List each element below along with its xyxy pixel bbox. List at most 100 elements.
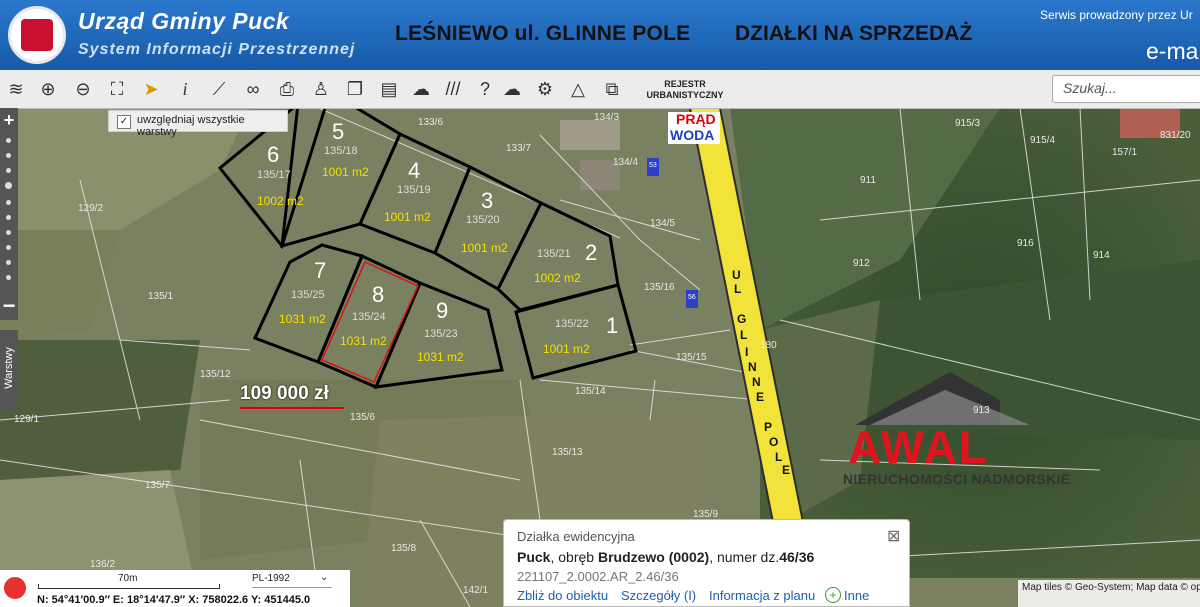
- plot-parcel: 135/25: [291, 289, 325, 301]
- search-input[interactable]: Szukaj...: [1052, 75, 1200, 103]
- plot-number: 4: [408, 158, 421, 183]
- zoom-step[interactable]: [6, 153, 11, 158]
- utility-power-label: PRĄD: [676, 111, 716, 127]
- popup-title: Działka ewidencyjna: [517, 529, 635, 544]
- zoom-step[interactable]: [6, 215, 11, 220]
- layout-icon[interactable]: ▤: [377, 77, 401, 101]
- parcel-label: 915/3: [955, 118, 981, 129]
- parcel-label: 180: [760, 340, 777, 351]
- parcel-label: 133/6: [418, 117, 444, 128]
- measure-icon[interactable]: ⟋: [207, 77, 231, 101]
- zoom-step[interactable]: [6, 245, 11, 250]
- layers-side-tab[interactable]: Warstwy: [0, 330, 18, 410]
- cloud-icon[interactable]: ☁: [500, 77, 524, 101]
- chevron-down-icon: ⌄: [320, 572, 329, 583]
- plot-area: 1002 m2: [257, 194, 304, 208]
- plot-parcel: 135/19: [397, 184, 431, 196]
- parcel-label: 135/1: [148, 291, 174, 302]
- pointer-icon[interactable]: ➤: [139, 77, 163, 101]
- compass-icon[interactable]: [2, 575, 28, 601]
- print-icon[interactable]: ⎙: [275, 77, 299, 101]
- zoom-step[interactable]: [6, 168, 11, 173]
- layers-icon[interactable]: ≋: [4, 77, 28, 101]
- app-title: Urząd Gminy Puck: [78, 8, 290, 34]
- road-letter: N: [752, 375, 761, 389]
- zoom-step[interactable]: [6, 260, 11, 265]
- popup-parcel-number: 46/36: [779, 549, 815, 565]
- plus-circle-icon[interactable]: +: [825, 587, 841, 603]
- parcel-label: 135/12: [200, 369, 231, 380]
- parcel-label: 913: [973, 405, 990, 416]
- popup-municipality: Puck: [517, 549, 551, 565]
- plot-area: 1031 m2: [340, 334, 387, 348]
- zoom-step[interactable]: [6, 138, 11, 143]
- coat-of-arms-logo: [8, 6, 66, 64]
- plot-parcel: 135/17: [257, 169, 291, 181]
- zoom-out-icon[interactable]: ⊖: [71, 77, 95, 101]
- parcel-label: 912: [853, 258, 870, 269]
- plot-area: 1031 m2: [279, 312, 326, 326]
- popup-text: , numer dz.: [709, 549, 780, 565]
- parcel-label: 133/7: [506, 143, 532, 154]
- parcel-label: 135/7: [145, 480, 171, 491]
- zoom-extent-icon[interactable]: ⛶: [105, 77, 129, 101]
- plot-parcel: 135/20: [466, 214, 500, 226]
- popup-text: , obręb: [550, 549, 598, 565]
- plot-parcel: 135/18: [324, 145, 358, 157]
- road-letter: L: [740, 328, 748, 342]
- plot-number: 1: [606, 313, 619, 338]
- plot-parcel: 135/23: [424, 328, 458, 340]
- plot-parcel: 135/24: [352, 311, 386, 323]
- plot-number: 6: [267, 142, 280, 167]
- close-icon[interactable]: ⊠: [887, 526, 900, 546]
- zoom-step[interactable]: [6, 275, 11, 280]
- email-label[interactable]: e-ma: [1146, 38, 1198, 65]
- plot-area: 1001 m2: [322, 165, 369, 179]
- road-letter: L: [775, 450, 783, 464]
- zoom-handle[interactable]: [5, 182, 12, 189]
- help-icon[interactable]: ?: [473, 77, 497, 101]
- parcel-label: 134/4: [613, 157, 639, 168]
- plot-area: 1031 m2: [417, 350, 464, 364]
- link-icon[interactable]: ∞: [241, 77, 265, 101]
- plot-area: 1001 m2: [384, 210, 431, 224]
- other-link[interactable]: Inne: [844, 588, 869, 603]
- zoom-in-icon[interactable]: ⊕: [36, 77, 60, 101]
- all-layers-checkbox[interactable]: ✓: [117, 115, 131, 129]
- road-letter: U: [732, 268, 741, 282]
- zoom-step[interactable]: [6, 230, 11, 235]
- settings-icon[interactable]: ⚙: [533, 77, 557, 101]
- parcel-label: 129/1: [14, 414, 40, 425]
- brand-tagline: NIERUCHOMOŚCI NADMORSKIE: [843, 471, 1071, 487]
- marker-label: 53: [649, 162, 657, 169]
- zoom-slider[interactable]: + −: [0, 108, 18, 320]
- info-icon[interactable]: i: [173, 77, 197, 101]
- hatch-icon[interactable]: ///: [441, 77, 465, 101]
- parcel-label: 831/20: [1160, 130, 1191, 141]
- parcel-label: 911: [860, 175, 876, 186]
- draw-area-icon[interactable]: ☁: [409, 77, 433, 101]
- zoom-minus-icon[interactable]: −: [0, 295, 18, 317]
- zoom-to-object-link[interactable]: Zbliż do obiektu: [517, 588, 608, 603]
- parcel-label: 134/3: [594, 112, 620, 123]
- details-link[interactable]: Szczegóły (I): [621, 588, 696, 603]
- parcel-label: 129/2: [78, 203, 104, 214]
- app-subtitle: System Informacji Przestrzennej: [78, 41, 356, 58]
- plot-number: 9: [436, 298, 449, 323]
- zoom-step[interactable]: [6, 200, 11, 205]
- copy-icon[interactable]: ❐: [343, 77, 367, 101]
- crs-select[interactable]: PL-1992 ⌄: [252, 572, 332, 588]
- road-letter: O: [769, 435, 779, 449]
- all-layers-option[interactable]: ✓ uwzględniaj wszystkie warstwy: [108, 110, 288, 138]
- scale-bar: [38, 584, 220, 589]
- pages-icon[interactable]: ⧉: [600, 77, 624, 101]
- rejestr-button[interactable]: REJESTR URBANISTYCZNY: [640, 79, 730, 101]
- plot-number: 2: [585, 240, 598, 265]
- plan-info-link[interactable]: Informacja z planu: [709, 588, 815, 603]
- plot-parcel: 135/22: [555, 318, 589, 330]
- utility-water-label: WODA: [670, 127, 715, 143]
- street-view-icon[interactable]: ♙: [309, 77, 333, 101]
- triangle-icon[interactable]: △: [566, 77, 590, 101]
- zoom-plus-icon[interactable]: +: [0, 110, 18, 130]
- parcel-label: 915/4: [1030, 135, 1056, 146]
